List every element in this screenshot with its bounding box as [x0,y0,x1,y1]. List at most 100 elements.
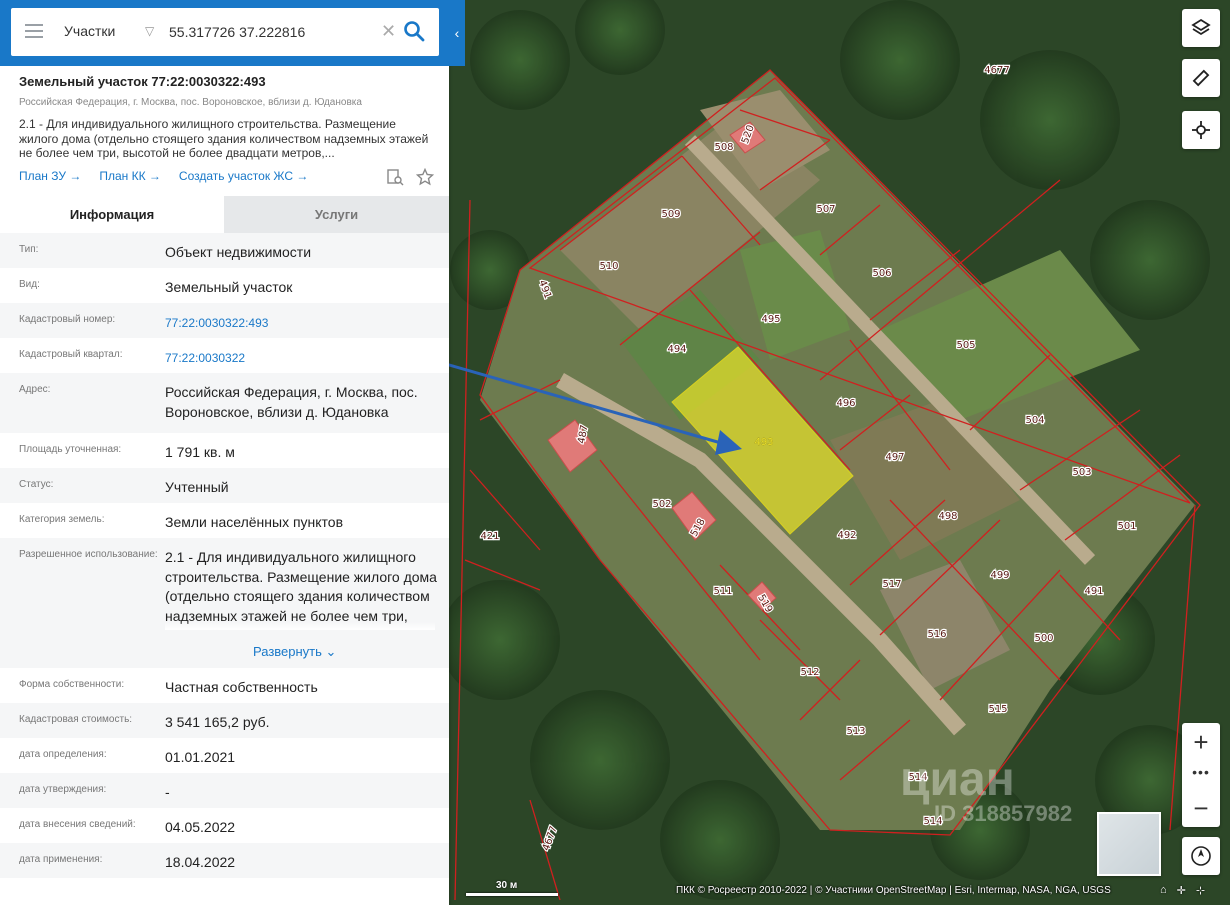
parcel-label[interactable]: 491 [1083,585,1104,598]
row-label: дата утверждения: [19,784,107,795]
ruler-icon [1192,69,1210,87]
plan-zu-link[interactable]: План ЗУ → [19,169,81,183]
row-value: 04.05.2022 [165,819,236,835]
tab-bar: Информация Услуги [0,196,449,233]
object-tools [386,168,434,186]
parcel-label[interactable]: 505 [955,339,976,352]
info-panel: Участки ▽ ✕ ‹ Земельный участок 77:22:00… [0,0,465,905]
parcel-label[interactable]: 517 [881,578,902,591]
parcel-label[interactable]: 513 [845,725,866,738]
object-address: Российская Федерация, г. Москва, пос. Во… [19,97,362,108]
row-label: Площадь уточненная: [19,444,122,455]
parcel-label[interactable]: 515 [987,703,1008,716]
row-cad-number: Кадастровый номер: 77:22:0030322:493 [0,303,449,338]
layer-select[interactable]: Участки [64,23,115,39]
parcel-label[interactable]: 499 [989,569,1010,582]
cad-number-link[interactable]: 77:22:0030322:493 [165,314,437,334]
parcel-label[interactable]: 510 [598,260,619,273]
parcel-label[interactable]: 496 [835,397,856,410]
chevron-down-icon[interactable]: ▽ [145,24,154,38]
ruler-button[interactable] [1182,59,1220,97]
parcel-label[interactable]: 511 [712,585,733,598]
parcel-label[interactable]: 501 [1116,520,1137,533]
parcel-label[interactable]: 495 [760,313,781,326]
search-icon[interactable] [403,20,425,42]
parcel-label[interactable]: 4677 [983,64,1011,77]
tab-services[interactable]: Услуги [224,196,449,233]
row-label: Кадастровая стоимость: [19,714,133,725]
info-table: Тип: Объект недвижимости Вид: Земельный … [0,233,449,878]
parcel-label[interactable]: 503 [1071,466,1092,479]
tab-info[interactable]: Информация [0,196,224,233]
parcel-label[interactable]: 500 [1033,632,1054,645]
zoom-in-button[interactable]: + [1182,723,1220,761]
parcel-label[interactable]: 509 [660,208,681,221]
row-label: дата внесения сведений: [19,819,136,830]
create-parcel-link[interactable]: Создать участок ЖС → [179,169,308,183]
parcel-label[interactable]: 421 [479,530,500,543]
crosshair-small-icon[interactable]: ⊹ [1196,884,1205,897]
collapse-panel-button[interactable]: ‹ [449,0,465,66]
row-value: Объект недвижимости [165,244,312,260]
row-value: - [165,784,170,800]
row-label: Категория земель: [19,514,105,525]
row-label: Адрес: [19,384,51,395]
parcel-label[interactable]: 512 [799,666,820,679]
row-date-approved: дата утверждения: - [0,773,449,808]
row-label: Кадастровый квартал: [19,349,123,360]
minimap[interactable] [1097,812,1161,876]
row-label: Разрешенное использование: [19,549,158,560]
parcel-label[interactable]: 494 [666,343,687,356]
compass-button[interactable] [1182,837,1220,875]
scale-line [466,893,558,896]
watermark: циан [900,753,1015,806]
parcel-label[interactable]: 498 [937,510,958,523]
parcel-label[interactable]: 502 [651,498,672,511]
parcel-label[interactable]: 507 [815,203,836,216]
zoom-out-button[interactable]: − [1182,789,1220,827]
crosshair-icon [1192,121,1210,139]
chevron-down-icon: ⌄ [325,644,337,659]
parcel-label[interactable]: 497 [884,451,905,464]
parcel-label[interactable]: 492 [836,529,857,542]
row-label: Вид: [19,279,40,290]
compass-icon [1191,846,1211,866]
close-icon[interactable]: ✕ [381,21,396,41]
map-bottom-icons: ⌂ ✛ ⊹ [1160,884,1205,897]
parcel-label[interactable]: 508 [713,141,734,154]
more-icon[interactable]: ••• [1182,763,1220,787]
expand-button[interactable]: Развернуть ⌄ [253,644,336,660]
document-search-icon[interactable] [386,168,404,186]
parcel-label[interactable]: 493 [754,437,773,448]
parcel-label[interactable]: 506 [871,267,892,280]
row-kind: Вид: Земельный участок [0,268,449,303]
locate-small-icon[interactable]: ✛ [1177,884,1186,897]
row-date-determined: дата определения: 01.01.2021 [0,738,449,773]
search-input[interactable] [169,19,375,45]
row-label: Статус: [19,479,54,490]
locate-button[interactable] [1182,111,1220,149]
zoom-controls: + ••• − [1182,723,1220,827]
row-label: дата определения: [19,749,107,760]
star-icon[interactable] [416,168,434,186]
plan-kk-link[interactable]: План КК → [99,169,161,183]
row-type: Тип: Объект недвижимости [0,233,449,268]
home-icon[interactable]: ⌂ [1160,884,1167,897]
row-address: Адрес: Российская Федерация, г. Москва, … [0,373,449,433]
row-value: 3 541 165,2 руб. [165,714,270,730]
menu-icon[interactable] [25,24,43,40]
row-value: Частная собственность [165,679,318,695]
scale-bar: 30 м [466,880,558,896]
search-box: Участки ▽ ✕ [11,8,439,56]
parcel-label[interactable]: 504 [1024,414,1045,427]
watermark-id: ID 318857982 [934,801,1073,826]
row-cad-cost: Кадастровая стоимость: 3 541 165,2 руб. [0,703,449,738]
search-bar: Участки ▽ ✕ [0,0,449,66]
row-area: Площадь уточненная: 1 791 кв. м [0,433,449,468]
row-permitted-use: Разрешенное использование: 2.1 - Для инд… [0,538,449,668]
parcel-label[interactable]: 516 [926,628,947,641]
map-attribution: ПКК © Росреестр 2010-2022 | © Участники … [676,885,1111,896]
chevron-left-icon: ‹ [454,25,460,41]
cad-quarter-link[interactable]: 77:22:0030322 [165,349,437,369]
layers-button[interactable] [1182,9,1220,47]
